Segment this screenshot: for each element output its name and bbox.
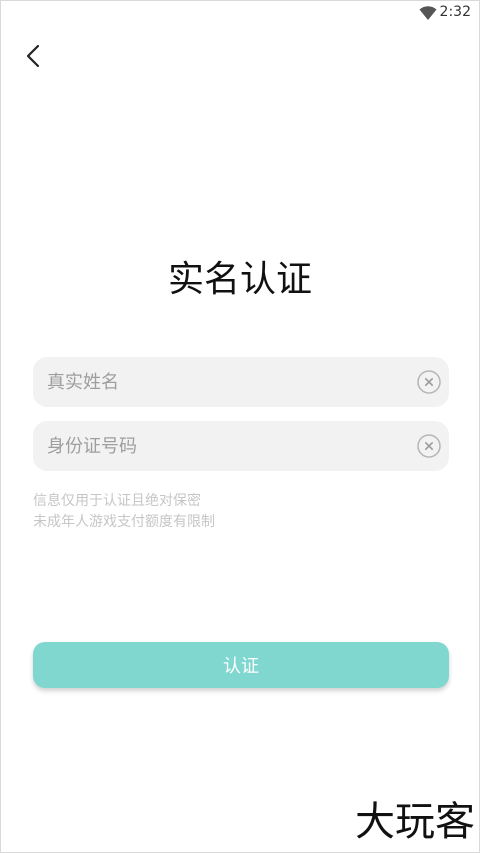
verify-button[interactable]: 认证 [33, 642, 449, 688]
wifi-icon [419, 6, 437, 20]
id-number-input[interactable] [33, 421, 407, 471]
clear-icon[interactable] [417, 370, 441, 394]
notice-line-privacy: 信息仅用于认证且绝对保密 [33, 493, 201, 509]
notice-line-minor-limit: 未成年人游戏支付额度有限制 [33, 514, 215, 530]
back-button[interactable] [19, 41, 49, 71]
real-name-input[interactable] [33, 357, 407, 407]
clear-icon[interactable] [417, 434, 441, 458]
status-time: 2:32 [439, 4, 471, 20]
watermark-logo: 大玩客 [355, 799, 475, 845]
real-name-field[interactable] [33, 357, 449, 407]
privacy-notice: 信息仅用于认证且绝对保密 未成年人游戏支付额度有限制 [33, 491, 215, 533]
id-number-field[interactable] [33, 421, 449, 471]
page-title: 实名认证 [167, 259, 312, 300]
back-icon [26, 44, 40, 68]
status-bar: 2:32 [1, 1, 479, 25]
real-name-verification-screen: 2:32 实名认证 信息仅用于认证且绝对保密 未成年人游戏支付额度有限制 认证 … [0, 0, 480, 853]
